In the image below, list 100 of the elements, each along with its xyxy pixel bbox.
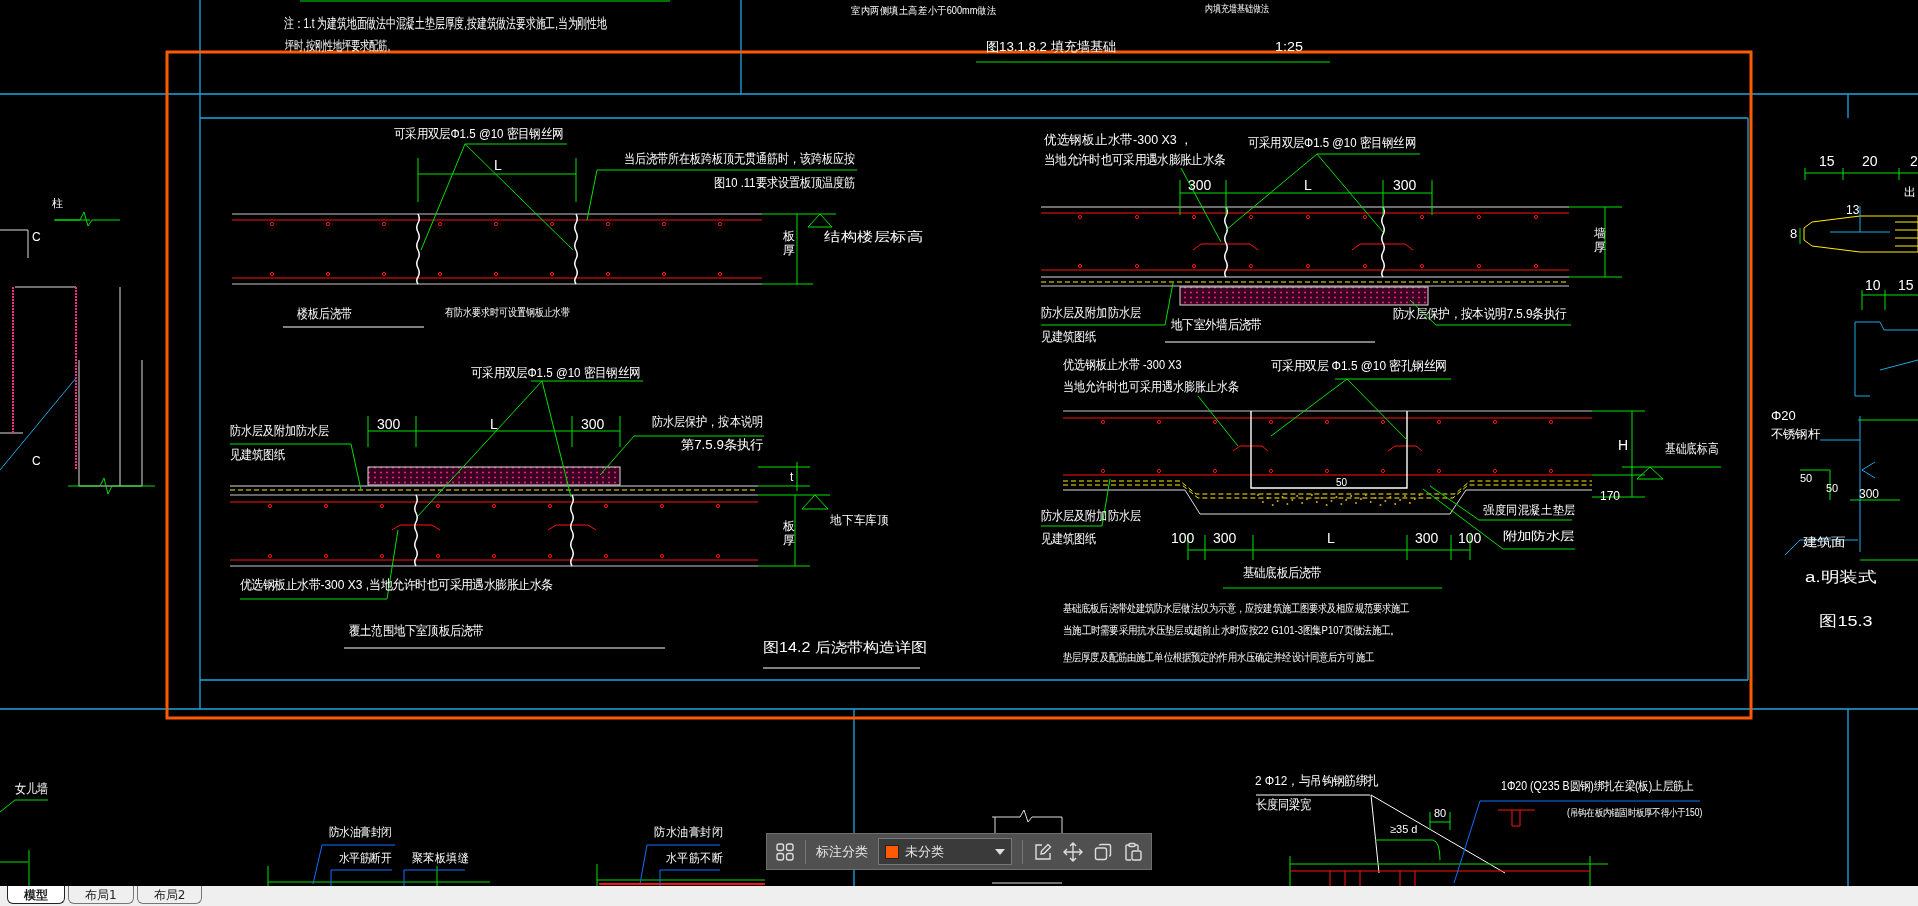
dimension-text: 50	[1826, 482, 1839, 494]
drawing-title: 图13.1.8.2 填充墙基础	[986, 39, 1117, 54]
note-text: 注：1.t 为建筑地面做法中混凝土垫层厚度,按建筑做法要求施工,当为刚性地	[284, 15, 607, 32]
dimension-text: 20	[1862, 153, 1878, 169]
dimension-text: 300	[1415, 530, 1439, 546]
dimension-text: 100	[1458, 530, 1482, 546]
annotation-label: 防水层保护，按本说明	[652, 414, 763, 430]
dimension-text: 15	[1819, 153, 1835, 169]
annotation-label: 可采用双层Φ1.5 @10 密目钢丝网	[471, 365, 641, 381]
annotation-label: 可采用双层Φ1.5 @10 密目钢丝网	[394, 126, 564, 142]
dimension-text: 300	[581, 416, 605, 432]
dimension-text: 300	[1859, 487, 1880, 501]
annotation-label: 优选钢板止水带-300 X3 ,当地允许时也可采用遇水膨胀止水条	[240, 577, 553, 593]
dimension-text: L	[490, 416, 498, 432]
drawing-title: 楼板后浇带	[297, 306, 352, 322]
dimension-text: 100	[1171, 530, 1195, 546]
annotation-label: 墙厚	[1594, 226, 1606, 254]
note-text: 坪时,按刚性地坪要求配筋。	[285, 38, 397, 53]
move-icon[interactable]	[1063, 841, 1083, 862]
annotation-label: 长度同梁宽	[1256, 797, 1312, 813]
dimension-text: L	[1304, 177, 1312, 193]
annotation-label: 附加防水层	[1503, 529, 1574, 543]
note-text: 垫层厚度及配筋由施工单位根据预定的作用水压确定并经设计同意后方可施工	[1063, 651, 1374, 664]
dimension-text: 2	[1910, 153, 1918, 169]
annotation-label: 防水层及附加防水层	[1041, 508, 1141, 524]
dimension-text: 300	[377, 416, 401, 432]
layout-tab[interactable]: 模型	[7, 886, 65, 904]
annotation-label: Φ20	[1771, 408, 1796, 423]
drawing-title: 图14.2 后浇带构造详图	[763, 639, 928, 655]
annotation-label: 强度同混凝土垫层	[1483, 502, 1576, 517]
annotation-label: 优选钢板止水带-300 X3 ，	[1044, 131, 1193, 148]
dimension-text: 15	[1898, 277, 1914, 293]
annotation-label: 可采用双层Φ1.5 @10 密目钢丝网	[1248, 135, 1416, 151]
dimension-text: 50	[1800, 472, 1813, 484]
annotation-label: 地下车库顶	[830, 512, 889, 528]
drawing-title: 图15.3	[1819, 612, 1873, 630]
annotation-label: 图10 .11要求设置板顶温度筋	[714, 175, 856, 191]
annotation-label: 水平筋断开	[339, 851, 392, 865]
annotation-label: 第7.5.9条执行	[681, 437, 764, 452]
annotation-label: 当后浇带所在板跨板顶无贯通筋时，该跨板应按	[624, 151, 856, 167]
dimension-text: 300	[1213, 530, 1237, 546]
annotation-label: 当地允许时也可采用遇水膨胀止水条	[1063, 379, 1239, 395]
annotation-label: 柱	[52, 197, 63, 209]
annotation-label: 防水层及附加防水层	[1041, 305, 1141, 321]
dimension-text: L	[1327, 530, 1335, 546]
dimension-text: 10	[1865, 277, 1881, 293]
annotation-label: C	[32, 454, 41, 468]
annotation-label: 1Φ20 (Q235 B圆钢)绑扎在梁(板)上层筋上	[1501, 779, 1694, 793]
annotation-label: 优选钢板止水带 -300 X3	[1063, 357, 1182, 373]
note-text: 基础底板后浇带处建筑防水层做法仅为示意，应按建筑施工图要求及相应规范要求施工	[1063, 602, 1410, 615]
annotation-label: 女儿墙	[15, 781, 48, 797]
annotation-label: 出	[1904, 185, 1916, 199]
copy-icon[interactable]	[1093, 841, 1113, 862]
toolbar-label: 标注分类	[815, 842, 868, 861]
dimension-text: 8	[1790, 226, 1798, 241]
annotation-label: 见建筑图纸	[1041, 329, 1097, 345]
dimension-text: 50	[1336, 477, 1348, 488]
dimension-text: 300	[1188, 177, 1212, 193]
annotation-label: 防水层保护，按本说明7.5.9条执行	[1393, 306, 1567, 322]
note-text: 内填充墙基础做法	[1205, 3, 1269, 15]
annotation-label: 2 Φ12，与吊钩钢筋绑扎	[1255, 773, 1379, 789]
drawing-title: 覆土范围地下室顶板后浇带	[349, 623, 484, 639]
annotation-label: 水平筋不断	[666, 851, 724, 865]
annotation-label: 基础底标高	[1665, 440, 1719, 457]
note-text: (吊钩在板内锚固时板厚不得小于150)	[1567, 807, 1703, 819]
dimension-text: H	[1618, 437, 1629, 453]
note-text: 室内两侧填土高差小于600mm做法	[851, 4, 997, 17]
drawing-title: 1:25	[1275, 39, 1303, 54]
annotation-label: 见建筑图纸	[230, 447, 286, 463]
annotation-label: 可采用双层 Φ1.5 @10 密孔钢丝网	[1271, 358, 1447, 374]
annotation-label: 板厚	[783, 519, 795, 547]
annotation-label: 不锈钢杆	[1771, 427, 1820, 441]
annotation-label: 防水层及附加防水层	[230, 423, 330, 439]
note-text: 当施工时需要采用抗水压垫层或超前止水时应按22 G101-3图集P107页做法施工。	[1063, 624, 1400, 637]
layout-tab[interactable]: 布局2	[136, 886, 203, 904]
edit-icon[interactable]	[1033, 841, 1053, 862]
annotation-label: 建筑面	[1803, 535, 1846, 549]
drawing-title: 地下室外墙后浇带	[1171, 317, 1262, 333]
drawing-title: a.明装式	[1805, 568, 1877, 586]
dimension-text: 170	[1600, 489, 1621, 503]
layout-tab[interactable]: 布局1	[68, 886, 134, 904]
grid-icon[interactable]	[775, 841, 795, 862]
annotation-label: 当地允许时也可采用遇水膨胀止水条	[1044, 152, 1226, 168]
color-swatch-icon	[884, 844, 899, 859]
dimension-text: t	[790, 470, 794, 484]
annotation-label: 见建筑图纸	[1041, 531, 1097, 547]
dimension-text: ≥35 d	[1390, 823, 1418, 835]
dimension-text: 300	[1393, 177, 1417, 193]
paste-icon[interactable]	[1123, 841, 1143, 862]
dimension-text: L	[494, 157, 502, 173]
annotation-label: 板厚	[783, 229, 795, 257]
annotation-label: 聚苯板填缝	[412, 851, 470, 865]
annotation-label: 防水油膏封闭	[329, 825, 392, 839]
dimension-text: 13	[1846, 203, 1860, 217]
category-dropdown[interactable]: 未分类	[877, 838, 1013, 865]
annotation-label: 结构楼层标高	[824, 229, 924, 244]
annotation-label: C	[32, 230, 41, 244]
dimension-text: 80	[1434, 807, 1447, 819]
annotation-label: 防水油膏封闭	[654, 825, 724, 839]
note-text: 有防水要求时可设置钢板止水带	[445, 306, 571, 319]
